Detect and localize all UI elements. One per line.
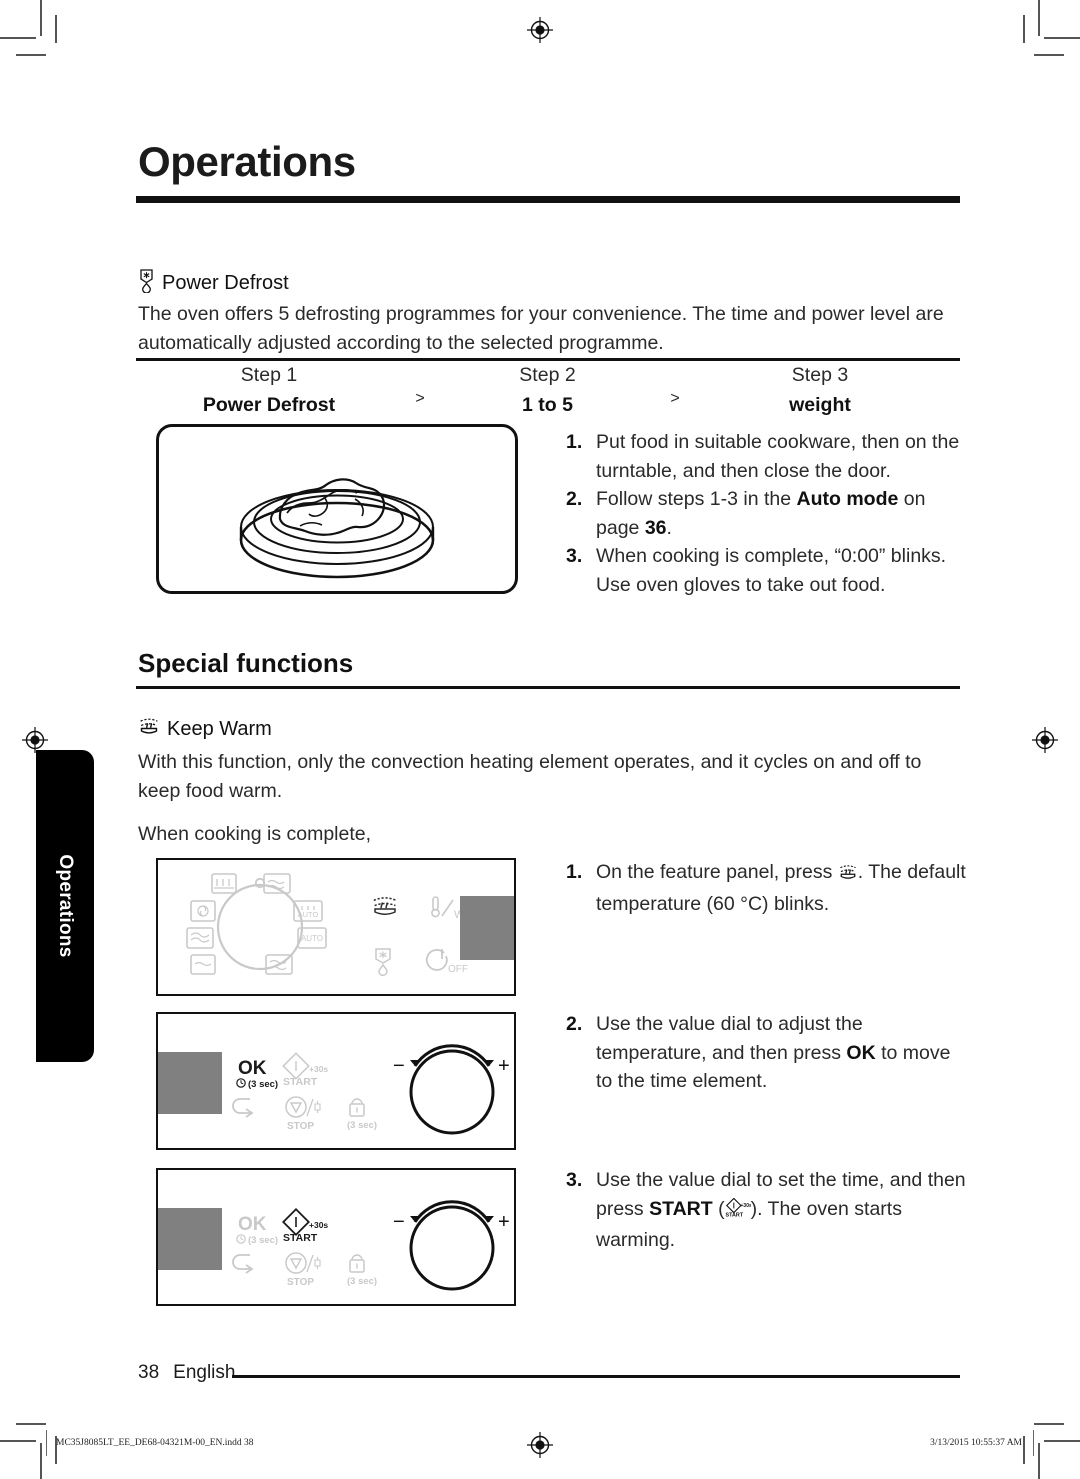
keep-warm-heading-label: Keep Warm (167, 717, 272, 740)
step-value: Power Defrost (202, 394, 336, 416)
keep-warm-intro: With this function, only the convection … (138, 751, 922, 802)
print-margin-bar (46, 1430, 47, 1456)
keep-warm-icon (838, 861, 858, 890)
power-defrost-intro: The oven offers 5 defrosting programmes … (138, 303, 944, 354)
food-on-turntable-illustration (156, 424, 518, 594)
keep-warm-icon (138, 716, 160, 742)
instruction-number: 3. (566, 1169, 583, 1191)
instruction-item: 3. When cooking is complete, “0:00” blin… (566, 542, 962, 599)
step-cell: Step 3 weight (695, 360, 945, 420)
print-filename: MC35J8085LT_EE_DE68-04321M-00_EN.indd 38 (56, 1438, 254, 1448)
special-functions-divider (136, 686, 960, 689)
print-timestamp: 3/13/2015 10:55:37 AM (930, 1438, 1022, 1448)
title-divider (136, 196, 960, 203)
chapter-side-tab: Operations (36, 750, 94, 1062)
svg-text:+30s: +30s (740, 1203, 751, 1209)
special-functions-heading: Special functions (138, 648, 353, 679)
instruction-number: 1. (566, 431, 583, 453)
instruction-item: 1. Put food in suitable cookware, then o… (566, 428, 962, 485)
instruction-number: 2. (566, 488, 583, 510)
instruction-text: On the feature panel, press . The defaul… (596, 858, 966, 918)
start-button-icon: +30s START (725, 1197, 752, 1227)
svg-text:(3 sec): (3 sec) (347, 1120, 377, 1131)
power-defrost-step-table: Step 1 Power Defrost > Step 2 1 to 5 > S… (138, 360, 962, 420)
svg-text:(3 sec): (3 sec) (248, 1079, 278, 1090)
print-margin-bar (1033, 1430, 1034, 1456)
instruction-item: 3. Use the value dial to set the time, a… (566, 1166, 970, 1255)
instruction-number: 3. (566, 545, 583, 567)
mode-dial-panel: AUTO AUTO W OFF (156, 858, 516, 996)
page-language: English (173, 1362, 236, 1383)
power-defrost-heading-label: Power Defrost (162, 272, 289, 294)
instruction-item: 2. Use the value dial to adjust the temp… (566, 1010, 966, 1096)
instruction-text: Put food in suitable cookware, then on t… (596, 431, 960, 482)
instruction-text: Use the value dial to adjust the tempera… (596, 1013, 951, 1092)
keep-warm-heading: Keep Warm (138, 716, 272, 742)
svg-text:−: − (393, 1055, 405, 1077)
step-value: weight (789, 394, 851, 416)
instruction-text: When cooking is complete, “0:00” blinks.… (596, 545, 947, 596)
step-label: Step 1 (240, 364, 298, 386)
control-panel-ok-highlighted: OK (3 sec) +30s START STOP (3 sec) − + (156, 1012, 516, 1150)
svg-text:OFF: OFF (448, 964, 468, 975)
svg-text:+: + (498, 1055, 510, 1077)
svg-text:START: START (725, 1212, 743, 1218)
svg-text:+: + (498, 1211, 510, 1233)
step-cell: Step 1 Power Defrost (138, 360, 400, 420)
page-title: Operations (138, 138, 356, 185)
instruction-item: 1. On the feature panel, press . The def… (566, 858, 966, 918)
svg-text:OK: OK (238, 1214, 267, 1235)
step-arrow: > (415, 390, 425, 407)
control-panel-start-highlighted: OK (3 sec) +30s START STOP (3 sec) − + (156, 1168, 516, 1306)
instruction-number: 2. (566, 1013, 583, 1035)
svg-text:START: START (283, 1232, 318, 1244)
instruction-number: 1. (566, 861, 583, 883)
power-defrost-heading: Power Defrost (138, 268, 289, 299)
svg-text:STOP: STOP (287, 1277, 314, 1288)
step-cell: Step 2 1 to 5 (440, 360, 655, 420)
keep-warm-instruction-1: 1. On the feature panel, press . The def… (566, 858, 966, 918)
instruction-text-before: On the feature panel, press (596, 861, 838, 883)
keep-warm-instruction-3: 3. Use the value dial to set the time, a… (566, 1166, 970, 1255)
instruction-item: 2. Follow steps 1-3 in the Auto mode on … (566, 485, 962, 542)
step-label: Step 3 (791, 364, 849, 386)
instruction-text: Use the value dial to set the time, and … (596, 1166, 970, 1255)
svg-text:(3 sec): (3 sec) (248, 1235, 278, 1246)
step-label: Step 2 (519, 364, 576, 386)
svg-text:AUTO: AUTO (301, 934, 323, 943)
keep-warm-cue: When cooking is complete, (138, 823, 372, 845)
manual-page: Operations Operations Power Defrost The … (0, 0, 1080, 1479)
svg-text:AUTO: AUTO (298, 910, 319, 919)
footer-page-info: 38 English (138, 1362, 235, 1384)
chapter-side-tab-label: Operations (55, 854, 76, 958)
svg-text:+30s: +30s (309, 1064, 328, 1074)
svg-text:(3 sec): (3 sec) (347, 1276, 377, 1287)
svg-text:−: − (393, 1211, 405, 1233)
svg-text:STOP: STOP (287, 1121, 314, 1132)
page-number: 38 (138, 1362, 160, 1383)
step-value: 1 to 5 (522, 394, 573, 416)
step-arrow: > (670, 390, 680, 407)
svg-text:START: START (283, 1076, 318, 1088)
defrost-icon (138, 268, 155, 299)
footer-divider (232, 1375, 960, 1378)
svg-text:+30s: +30s (309, 1220, 328, 1230)
keep-warm-instruction-2: 2. Use the value dial to adjust the temp… (566, 1010, 966, 1096)
svg-text:OK: OK (238, 1058, 267, 1079)
power-defrost-instructions: 1. Put food in suitable cookware, then o… (566, 428, 962, 599)
special-functions-heading-label: Special functions (138, 648, 354, 678)
instruction-text: Follow steps 1-3 in the Auto mode on pag… (596, 488, 926, 539)
